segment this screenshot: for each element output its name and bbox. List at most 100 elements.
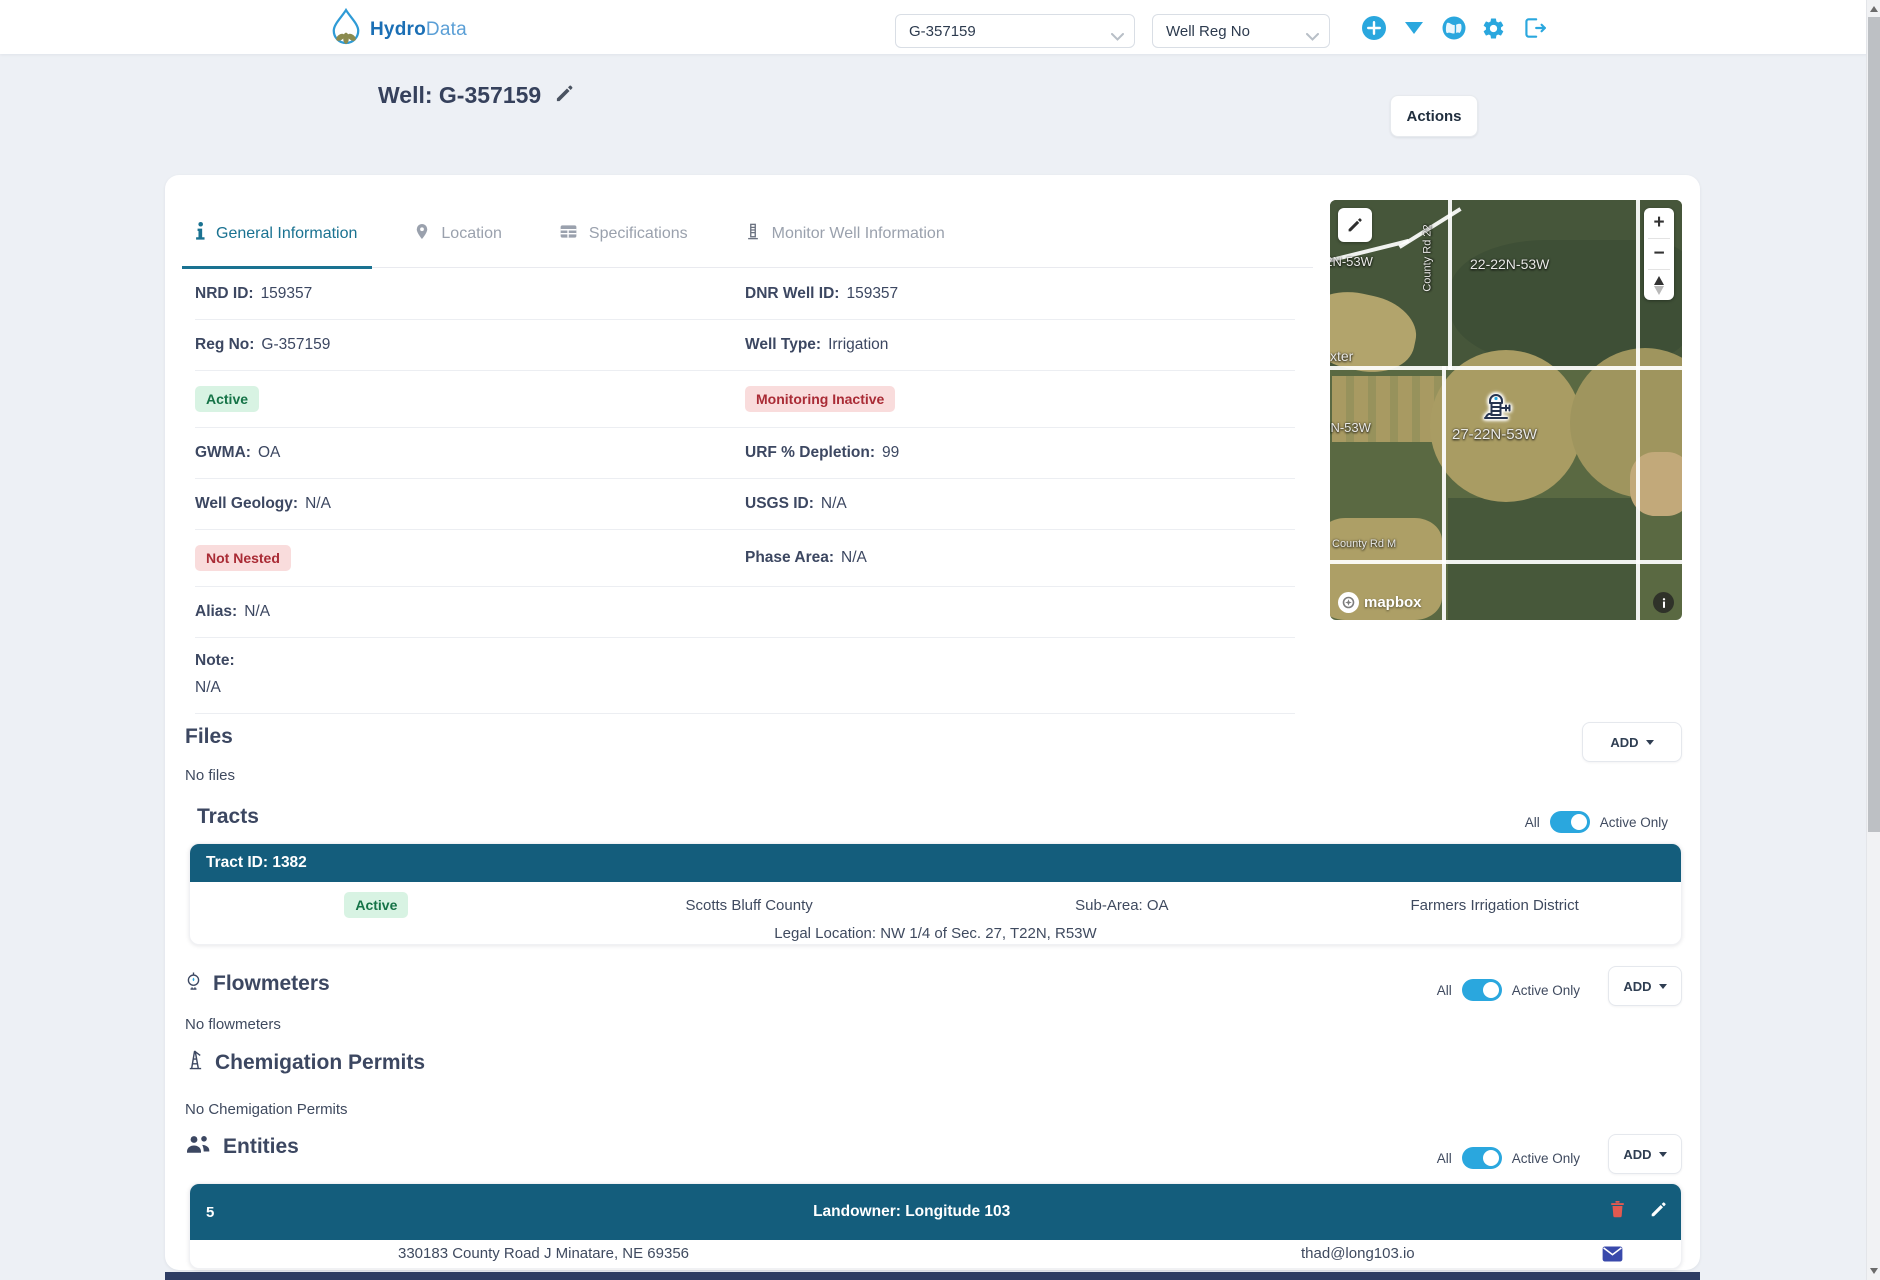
gwma-value: OA xyxy=(258,444,280,462)
tracts-active-only-toggle[interactable] xyxy=(1550,811,1590,833)
top-navbar: HydroData G-357159 Well Reg No xyxy=(0,0,1880,54)
scrollbar-thumb[interactable] xyxy=(1868,17,1880,832)
caret-down-icon xyxy=(1659,984,1667,989)
flowmeters-active-only-toggle[interactable] xyxy=(1462,979,1502,1001)
tab-label: Monitor Well Information xyxy=(772,225,945,243)
well-location-map[interactable]: 22N-53W 22-22N-53W xter 22N-53W 27-22N-5… xyxy=(1330,200,1682,620)
tab-monitor-well-information[interactable]: Monitor Well Information xyxy=(744,221,945,267)
scrollbar-down-arrow[interactable] xyxy=(1867,1264,1880,1278)
table-grid-icon xyxy=(558,221,579,247)
entities-filter-toggle-group: All Active Only xyxy=(1437,1147,1580,1169)
page-title-row: Well: G-357159 xyxy=(378,82,574,109)
toggle-all-label: All xyxy=(1437,1151,1452,1166)
entity-title: Landowner: Longitude 103 xyxy=(214,1203,1609,1221)
add-button-label: ADD xyxy=(1623,1147,1651,1162)
entities-heading: Entities xyxy=(185,1133,299,1161)
tract-status-badge: Active xyxy=(344,892,408,918)
tab-specifications[interactable]: Specifications xyxy=(558,221,688,267)
chevron-down-icon xyxy=(1306,28,1319,45)
tract-card-header: Tract ID: 1382 xyxy=(190,844,1681,882)
well-map-marker[interactable] xyxy=(1477,388,1515,431)
brand-name: HydroData xyxy=(370,19,467,41)
note-value: N/A xyxy=(195,679,1295,697)
map-zoom-controls: + − xyxy=(1644,208,1674,300)
people-group-icon xyxy=(185,1133,212,1161)
map-road xyxy=(1448,200,1452,370)
nrd-id-value: 159357 xyxy=(261,285,313,303)
flowmeters-filter-toggle-group: All Active Only xyxy=(1437,979,1580,1001)
email-envelope-icon[interactable] xyxy=(1602,1246,1623,1266)
page-scrollbar[interactable] xyxy=(1866,0,1880,1280)
field-row: Well Geology:N/A USGS ID:N/A xyxy=(195,479,1295,530)
field-row: Active Monitoring Inactive xyxy=(195,371,1295,428)
map-edit-button[interactable] xyxy=(1338,208,1372,242)
caret-down-icon[interactable] xyxy=(1400,15,1427,42)
toggle-active-only-label: Active Only xyxy=(1512,1151,1580,1166)
entity-address: 330183 County Road J Minatare, NE 69356 xyxy=(398,1245,689,1262)
edit-well-icon[interactable] xyxy=(555,84,574,108)
zoom-out-button[interactable]: − xyxy=(1644,239,1674,269)
phase-area-value: N/A xyxy=(841,549,867,567)
mapbox-logo[interactable]: mapbox xyxy=(1338,592,1422,613)
actions-button[interactable]: Actions xyxy=(1390,95,1478,137)
chemigation-empty-text: No Chemigation Permits xyxy=(185,1101,348,1118)
page-title: Well: G-357159 xyxy=(378,82,541,109)
urf-depletion-label: URF % Depletion: xyxy=(745,444,875,462)
toggle-knob xyxy=(1571,814,1587,830)
edit-entity-icon[interactable] xyxy=(1650,1201,1667,1223)
brand-logo[interactable]: HydroData xyxy=(330,7,467,52)
entities-active-only-toggle[interactable] xyxy=(1462,1147,1502,1169)
monitor-well-icon xyxy=(744,221,762,247)
tracts-filter-toggle-group: All Active Only xyxy=(1525,811,1668,833)
map-field-patch xyxy=(1448,498,1638,620)
compass-button[interactable] xyxy=(1644,270,1674,300)
globe-icon[interactable] xyxy=(1440,15,1467,42)
flowmeters-empty-text: No flowmeters xyxy=(185,1016,281,1033)
usgs-id-label: USGS ID: xyxy=(745,495,814,513)
flowmeter-icon xyxy=(185,968,202,1000)
toggle-all-label: All xyxy=(1437,983,1452,998)
gear-icon[interactable] xyxy=(1480,15,1507,42)
entities-add-button[interactable]: ADD xyxy=(1608,1134,1682,1174)
map-info-button[interactable] xyxy=(1653,592,1674,613)
add-circle-icon[interactable] xyxy=(1360,15,1387,42)
map-road xyxy=(1330,560,1682,564)
toolbar-icons xyxy=(1360,14,1547,42)
files-add-button[interactable]: ADD xyxy=(1582,722,1682,762)
field-row: NRD ID:159357 DNR Well ID:159357 xyxy=(195,269,1295,320)
well-selector[interactable]: G-357159 xyxy=(895,14,1135,48)
add-button-label: ADD xyxy=(1610,735,1638,750)
flowmeters-add-button[interactable]: ADD xyxy=(1608,966,1682,1006)
dnr-well-id-value: 159357 xyxy=(846,285,898,303)
map-road xyxy=(1442,366,1446,620)
well-type-value: Irrigation xyxy=(828,336,888,354)
tab-location[interactable]: Location xyxy=(413,221,502,267)
toggle-active-only-label: Active Only xyxy=(1600,815,1668,830)
dnr-well-id-label: DNR Well ID: xyxy=(745,285,839,303)
general-info-fields: NRD ID:159357 DNR Well ID:159357 Reg No:… xyxy=(195,269,1295,714)
entity-card: 5 Landowner: Longitude 103 330183 County… xyxy=(189,1183,1682,1269)
toggle-knob xyxy=(1483,982,1499,998)
entity-detail-row: 330183 County Road J Minatare, NE 69356 … xyxy=(190,1240,1681,1269)
next-card-top-edge xyxy=(165,1272,1700,1280)
mapbox-logo-icon xyxy=(1338,592,1359,613)
reg-no-label: Reg No: xyxy=(195,336,254,354)
files-empty-text: No files xyxy=(185,767,235,784)
flowmeters-heading: Flowmeters xyxy=(185,968,330,1000)
delete-entity-icon[interactable] xyxy=(1609,1200,1626,1224)
nested-status-badge: Not Nested xyxy=(195,545,291,571)
tract-summary-row: Active Scotts Bluff County Sub-Area: OA … xyxy=(190,892,1681,918)
reg-no-value: G-357159 xyxy=(261,336,330,354)
tab-general-information[interactable]: General Information xyxy=(195,221,357,267)
sign-out-icon[interactable] xyxy=(1520,15,1547,42)
note-label: Note: xyxy=(195,652,1288,670)
zoom-in-button[interactable]: + xyxy=(1644,208,1674,238)
scrollbar-up-arrow[interactable] xyxy=(1867,2,1880,16)
tract-card: Tract ID: 1382 Active Scotts Bluff Count… xyxy=(189,843,1682,945)
add-button-label: ADD xyxy=(1623,979,1651,994)
tab-label: Specifications xyxy=(589,225,688,243)
toggle-all-label: All xyxy=(1525,815,1540,830)
actions-button-label: Actions xyxy=(1406,108,1461,125)
search-field-selector[interactable]: Well Reg No xyxy=(1152,14,1330,48)
chemigation-heading: Chemigation Permits xyxy=(185,1047,425,1079)
